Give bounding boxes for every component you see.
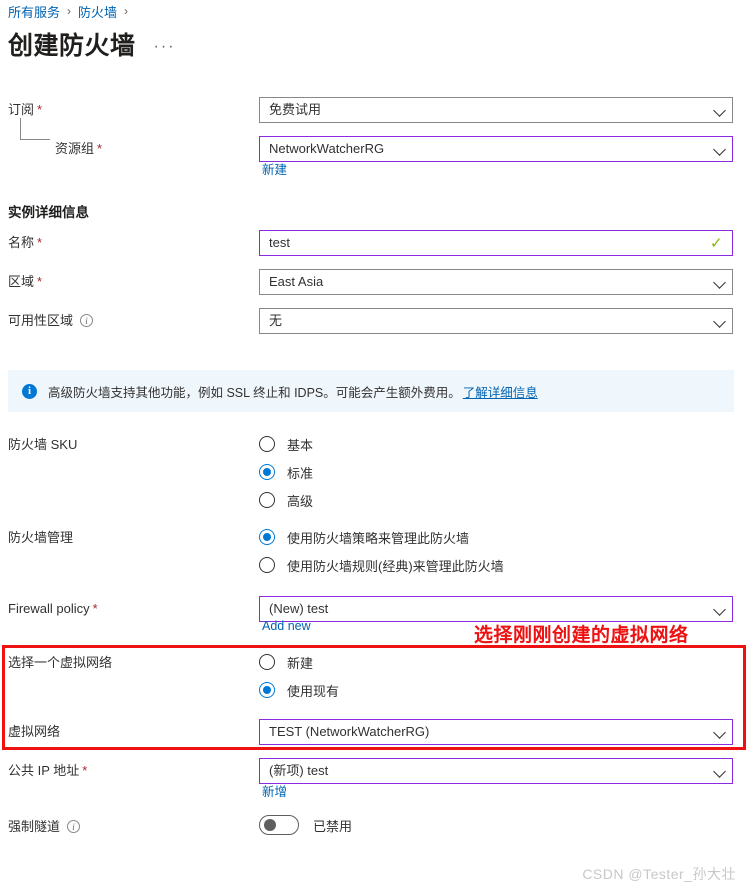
breadcrumb-item-all-services[interactable]: 所有服务 <box>8 2 60 21</box>
name-input[interactable]: test ✓ <box>259 230 733 256</box>
resource-group-value: NetworkWatcherRG <box>269 141 385 156</box>
chevron-down-icon <box>714 143 726 155</box>
forced-tunneling-toggle[interactable] <box>259 815 299 835</box>
radio-dot-icon <box>259 464 275 480</box>
region-value: East Asia <box>269 274 324 289</box>
forced-tunneling-state-label: 已禁用 <box>313 818 353 834</box>
name-label: 名称 * <box>8 235 43 250</box>
chevron-down-icon <box>714 726 726 738</box>
name-value: test <box>269 235 290 250</box>
availability-zone-select[interactable]: 无 <box>259 308 733 334</box>
radio-dot-icon <box>259 492 275 508</box>
chevron-down-icon <box>714 104 726 116</box>
resource-group-select[interactable]: NetworkWatcherRG <box>259 136 733 162</box>
availability-zone-value: 无 <box>269 313 283 328</box>
subscription-select[interactable]: 免费试用 <box>259 97 733 123</box>
subscription-row: 订阅 * 免费试用 <box>0 95 754 123</box>
region-row: 区域 * East Asia <box>0 267 754 295</box>
radio-label: 基本 <box>287 437 314 453</box>
subscription-label: 订阅 * <box>8 102 43 117</box>
info-icon[interactable]: i <box>80 314 94 327</box>
firewall-policy-add-new-link[interactable]: Add new <box>262 619 311 633</box>
instance-details-heading: 实例详细信息 <box>8 205 89 220</box>
radio-dot-icon <box>259 436 275 452</box>
region-select[interactable]: East Asia <box>259 269 733 295</box>
availability-zone-label: 可用性区域 i <box>8 312 94 329</box>
virtual-network-label: 虚拟网络 <box>8 724 61 739</box>
breadcrumb-item-firewall[interactable]: 防火墙 <box>78 2 117 21</box>
forced-tunneling-toggle-wrap: 已禁用 <box>259 815 352 835</box>
radio-use-firewall-policy[interactable]: 使用防火墙策略来管理此防火墙 <box>259 527 469 547</box>
breadcrumb-separator-icon-2: › <box>124 4 129 18</box>
chevron-down-icon <box>714 315 726 327</box>
more-options-icon[interactable]: ··· <box>154 38 176 56</box>
name-row: 名称 * test ✓ <box>0 228 754 256</box>
info-circle-icon: i <box>22 383 37 399</box>
radio-vnet-use-existing[interactable]: 使用现有 <box>259 680 339 700</box>
firewall-sku-row: 防火墙 SKU 基本 标准 高级 <box>0 432 754 512</box>
availability-zone-row: 可用性区域 i 无 <box>0 306 754 334</box>
chevron-down-icon <box>714 603 726 615</box>
page-title: 创建防火墙 <box>8 32 136 60</box>
firewall-sku-label: 防火墙 SKU <box>8 437 78 452</box>
public-ip-select[interactable]: (新项) test <box>259 758 733 784</box>
valid-check-icon: ✓ <box>710 234 723 252</box>
resource-group-create-new-link[interactable]: 新建 <box>262 159 287 178</box>
public-ip-label: 公共 IP 地址 * <box>8 763 88 778</box>
firewall-policy-value: (New) test <box>269 601 329 616</box>
radio-firewall-sku-premium[interactable]: 高级 <box>259 490 313 510</box>
radio-label: 使用防火墙规则(经典)来管理此防火墙 <box>287 558 504 574</box>
page-title-row: 创建防火墙 ··· <box>8 26 176 62</box>
info-icon[interactable]: i <box>67 820 81 833</box>
firewall-management-row: 防火墙管理 使用防火墙策略来管理此防火墙 使用防火墙规则(经典)来管理此防火墙 <box>0 525 754 577</box>
breadcrumb-separator-icon: › <box>67 4 72 18</box>
radio-firewall-sku-standard[interactable]: 标准 <box>259 462 313 482</box>
radio-label: 高级 <box>287 493 314 509</box>
firewall-policy-select[interactable]: (New) test <box>259 596 733 622</box>
firewall-policy-row: Firewall policy * (New) test <box>0 594 754 622</box>
firewall-policy-label: Firewall policy * <box>8 601 98 616</box>
radio-label: 标准 <box>287 465 314 481</box>
virtual-network-value: TEST (NetworkWatcherRG) <box>269 724 430 739</box>
radio-firewall-sku-basic[interactable]: 基本 <box>259 434 313 454</box>
virtual-network-select[interactable]: TEST (NetworkWatcherRG) <box>259 719 733 745</box>
radio-dot-icon <box>259 654 275 670</box>
watermark: CSDN @Tester_孙大壮 <box>582 866 736 882</box>
public-ip-value: (新项) test <box>269 763 329 778</box>
banner-text: 高级防火墙支持其他功能，例如 SSL 终止和 IDPS。可能会产生额外费用。 了解… <box>48 385 538 400</box>
public-ip-row: 公共 IP 地址 * (新项) test <box>0 756 754 784</box>
radio-dot-icon <box>259 557 275 573</box>
chevron-down-icon <box>714 276 726 288</box>
resource-group-label: 资源组 * <box>55 141 103 156</box>
resource-group-row: 资源组 * NetworkWatcherRG <box>0 134 754 162</box>
breadcrumb: 所有服务 › 防火墙 › <box>8 0 135 22</box>
public-ip-add-new-link[interactable]: 新增 <box>262 781 287 800</box>
forced-tunneling-row: 强制隧道 i 已禁用 <box>0 814 754 840</box>
toggle-knob <box>264 819 276 831</box>
virtual-network-row: 虚拟网络 TEST (NetworkWatcherRG) <box>0 717 754 745</box>
choose-vnet-row: 选择一个虚拟网络 新建 使用现有 <box>0 650 754 702</box>
banner-learn-more-link[interactable]: 了解详细信息 <box>463 386 538 400</box>
radio-vnet-create-new[interactable]: 新建 <box>259 652 313 672</box>
subscription-value: 免费试用 <box>269 102 322 117</box>
radio-label: 新建 <box>287 655 314 671</box>
region-label: 区域 * <box>8 274 43 289</box>
forced-tunneling-label: 强制隧道 i <box>8 818 81 835</box>
radio-label: 使用现有 <box>287 683 340 699</box>
firewall-management-label: 防火墙管理 <box>8 530 74 545</box>
chevron-down-icon <box>714 765 726 777</box>
choose-vnet-label: 选择一个虚拟网络 <box>8 655 113 670</box>
radio-use-firewall-rules-classic[interactable]: 使用防火墙规则(经典)来管理此防火墙 <box>259 555 504 575</box>
radio-dot-icon <box>259 682 275 698</box>
premium-info-banner: i 高级防火墙支持其他功能，例如 SSL 终止和 IDPS。可能会产生额外费用。… <box>8 370 734 412</box>
radio-label: 使用防火墙策略来管理此防火墙 <box>287 530 470 546</box>
radio-dot-icon <box>259 529 275 545</box>
annotation-text: 选择刚刚创建的虚拟网络 <box>474 625 689 646</box>
